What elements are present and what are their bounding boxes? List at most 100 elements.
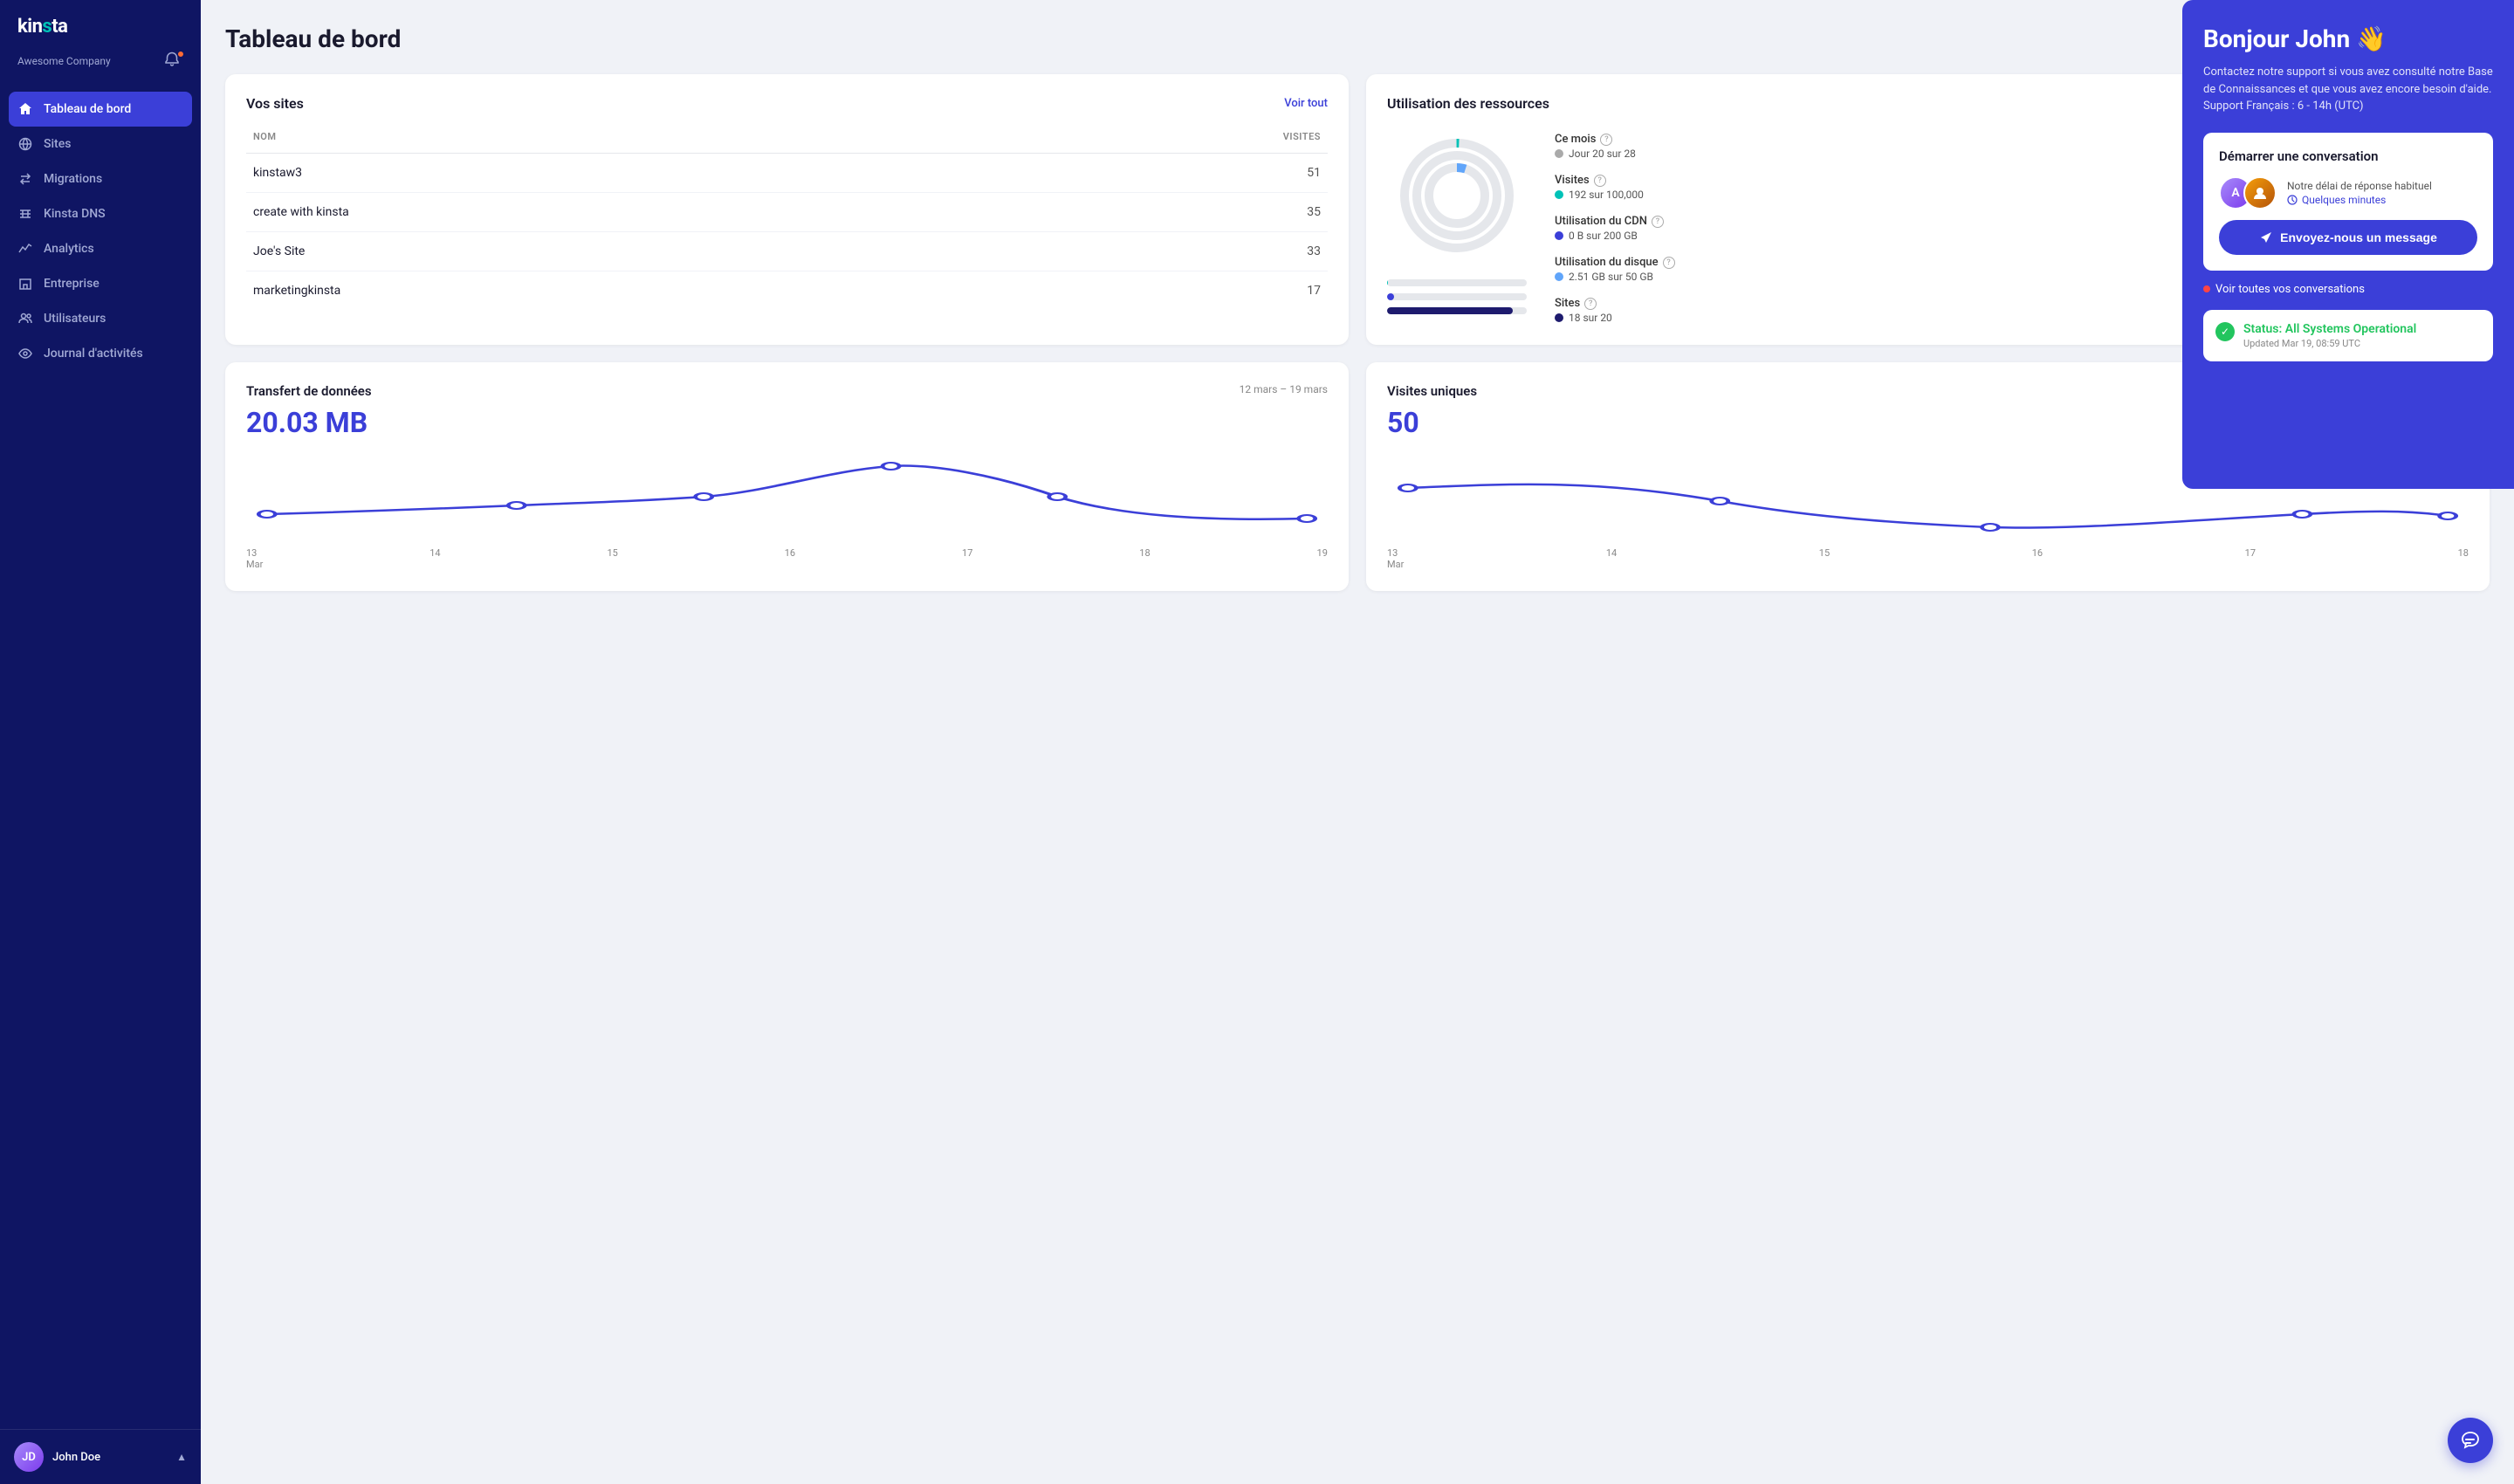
globe-icon bbox=[17, 136, 33, 152]
table-row[interactable]: kinstaw3 51 bbox=[246, 154, 1328, 193]
info-icon[interactable]: ? bbox=[1652, 216, 1664, 228]
user-name: John Doe bbox=[52, 1451, 168, 1464]
main-content: Tableau de bord Centre d'aide ? Vos site… bbox=[201, 0, 2514, 1484]
sidebar-item-label: Tableau de bord bbox=[44, 102, 131, 116]
sidebar-item-label: Analytics bbox=[44, 242, 94, 256]
status-updated: Updated Mar 19, 08:59 UTC bbox=[2243, 338, 2416, 349]
agent-avatar-2 bbox=[2243, 176, 2277, 210]
info-icon[interactable]: ? bbox=[1663, 257, 1675, 269]
logo-area: kinsta bbox=[0, 0, 201, 48]
wave-emoji: 👋 bbox=[2356, 24, 2387, 53]
bar-sites bbox=[1387, 307, 1527, 314]
sidebar-item-entreprise[interactable]: Entreprise bbox=[0, 266, 201, 301]
table-row[interactable]: marketingkinsta 17 bbox=[246, 271, 1328, 311]
notification-bell[interactable] bbox=[164, 52, 183, 71]
resources-title: Utilisation des ressources bbox=[1387, 95, 1549, 112]
status-info: Status: All Systems Operational Updated … bbox=[2243, 322, 2416, 349]
conversations-label: Voir toutes vos conversations bbox=[2215, 283, 2365, 296]
sidebar-item-label: Kinsta DNS bbox=[44, 207, 106, 221]
voir-tout-link[interactable]: Voir tout bbox=[1284, 97, 1328, 110]
sites-card-header: Vos sites Voir tout bbox=[246, 95, 1328, 112]
sidebar-item-label: Entreprise bbox=[44, 277, 100, 291]
site-name: marketingkinsta bbox=[246, 271, 981, 311]
response-time: Quelques minutes bbox=[2287, 194, 2432, 206]
conversations-dot bbox=[2203, 285, 2210, 292]
analytics-icon bbox=[17, 241, 33, 257]
sidebar-item-sites[interactable]: Sites bbox=[0, 127, 201, 161]
transfer-header: Transfert de données 12 mars – 19 mars bbox=[246, 383, 1328, 399]
info-icon[interactable]: ? bbox=[1600, 134, 1612, 146]
status-check-icon: ✓ bbox=[2215, 322, 2235, 341]
donut-area bbox=[1387, 126, 1527, 314]
sidebar-item-journal[interactable]: Journal d'activités bbox=[0, 336, 201, 371]
dns-icon bbox=[17, 206, 33, 222]
users-icon bbox=[17, 311, 33, 326]
site-visits: 51 bbox=[981, 154, 1328, 193]
visits-title: Visites uniques bbox=[1387, 383, 1477, 399]
site-visits: 33 bbox=[981, 232, 1328, 271]
sidebar-item-dns[interactable]: Kinsta DNS bbox=[0, 196, 201, 231]
donut-chart bbox=[1387, 126, 1527, 265]
logo: kinsta bbox=[17, 16, 67, 38]
response-label: Notre délai de réponse habituel bbox=[2287, 180, 2432, 192]
transfer-value: 20.03 MB bbox=[246, 406, 1328, 439]
home-icon bbox=[17, 101, 33, 117]
page-title: Tableau de bord bbox=[225, 24, 401, 53]
transfer-date: 12 mars – 19 mars bbox=[1240, 383, 1328, 395]
sites-card-title: Vos sites bbox=[246, 95, 304, 112]
sites-card: Vos sites Voir tout NOM VISITES kinstaw3… bbox=[225, 74, 1349, 345]
avatar: JD bbox=[14, 1442, 44, 1472]
status-box: ✓ Status: All Systems Operational Update… bbox=[2203, 310, 2493, 361]
transfer-title: Transfert de données bbox=[246, 383, 372, 399]
help-panel: Bonjour John 👋 Contactez notre support s… bbox=[2182, 0, 2514, 489]
chat-box: Démarrer une conversation A Notre délai … bbox=[2203, 133, 2493, 271]
navigation: Tableau de bord Sites Migrations bbox=[0, 85, 201, 1429]
table-row[interactable]: create with kinsta 35 bbox=[246, 193, 1328, 232]
transfer-chart bbox=[246, 453, 1328, 540]
float-chat-button[interactable] bbox=[2448, 1418, 2493, 1463]
info-icon[interactable]: ? bbox=[1594, 175, 1606, 187]
col-visites: VISITES bbox=[981, 126, 1328, 154]
send-message-button[interactable]: Envoyez-nous un message bbox=[2219, 220, 2477, 255]
top-cards-row: Vos sites Voir tout NOM VISITES kinstaw3… bbox=[225, 74, 2490, 345]
bar-disk bbox=[1387, 293, 1527, 300]
sidebar-item-label: Migrations bbox=[44, 172, 102, 186]
help-description: Contactez notre support si vous avez con… bbox=[2203, 64, 2493, 115]
site-visits: 35 bbox=[981, 193, 1328, 232]
migrations-icon bbox=[17, 171, 33, 187]
status-title: Status: All Systems Operational bbox=[2243, 322, 2416, 336]
info-icon[interactable]: ? bbox=[1584, 298, 1597, 310]
site-name: Joe's Site bbox=[246, 232, 981, 271]
transfer-chart-labels: 13Mar 14 15 16 17 18 19 bbox=[246, 547, 1328, 570]
company-row: Awesome Company bbox=[0, 48, 201, 85]
chat-box-title: Démarrer une conversation bbox=[2219, 148, 2477, 164]
building-icon bbox=[17, 276, 33, 292]
help-greeting: Bonjour John 👋 bbox=[2203, 24, 2493, 53]
conversations-link[interactable]: Voir toutes vos conversations bbox=[2203, 283, 2493, 296]
visits-chart-labels: 13Mar 14 15 16 17 18 bbox=[1387, 547, 2469, 570]
sidebar-item-utilisateurs[interactable]: Utilisateurs bbox=[0, 301, 201, 336]
sites-table: NOM VISITES kinstaw3 51 create with kins… bbox=[246, 126, 1328, 310]
company-name: Awesome Company bbox=[17, 55, 111, 67]
sidebar-item-label: Utilisateurs bbox=[44, 312, 106, 326]
sidebar-item-dashboard[interactable]: Tableau de bord bbox=[9, 92, 192, 127]
site-name: kinstaw3 bbox=[246, 154, 981, 193]
sidebar: kinsta Awesome Company Tableau de bord bbox=[0, 0, 201, 1484]
eye-icon bbox=[17, 346, 33, 361]
bar-visits bbox=[1387, 279, 1527, 286]
sidebar-item-analytics[interactable]: Analytics bbox=[0, 231, 201, 266]
sidebar-item-label: Sites bbox=[44, 137, 71, 151]
table-row[interactable]: Joe's Site 33 bbox=[246, 232, 1328, 271]
sidebar-item-migrations[interactable]: Migrations bbox=[0, 161, 201, 196]
response-time-value: Quelques minutes bbox=[2302, 194, 2386, 206]
bar-charts bbox=[1387, 279, 1527, 314]
site-visits: 17 bbox=[981, 271, 1328, 311]
transfer-card: Transfert de données 12 mars – 19 mars 2… bbox=[225, 362, 1349, 591]
notification-dot bbox=[177, 51, 184, 58]
chevron-up-icon: ▲ bbox=[176, 1451, 187, 1463]
col-nom: NOM bbox=[246, 126, 981, 154]
user-row[interactable]: JD John Doe ▲ bbox=[0, 1429, 201, 1484]
main-header: Tableau de bord Centre d'aide ? bbox=[225, 24, 2490, 53]
chat-agents: A Notre délai de réponse habituel Qu bbox=[2219, 176, 2477, 210]
site-name: create with kinsta bbox=[246, 193, 981, 232]
